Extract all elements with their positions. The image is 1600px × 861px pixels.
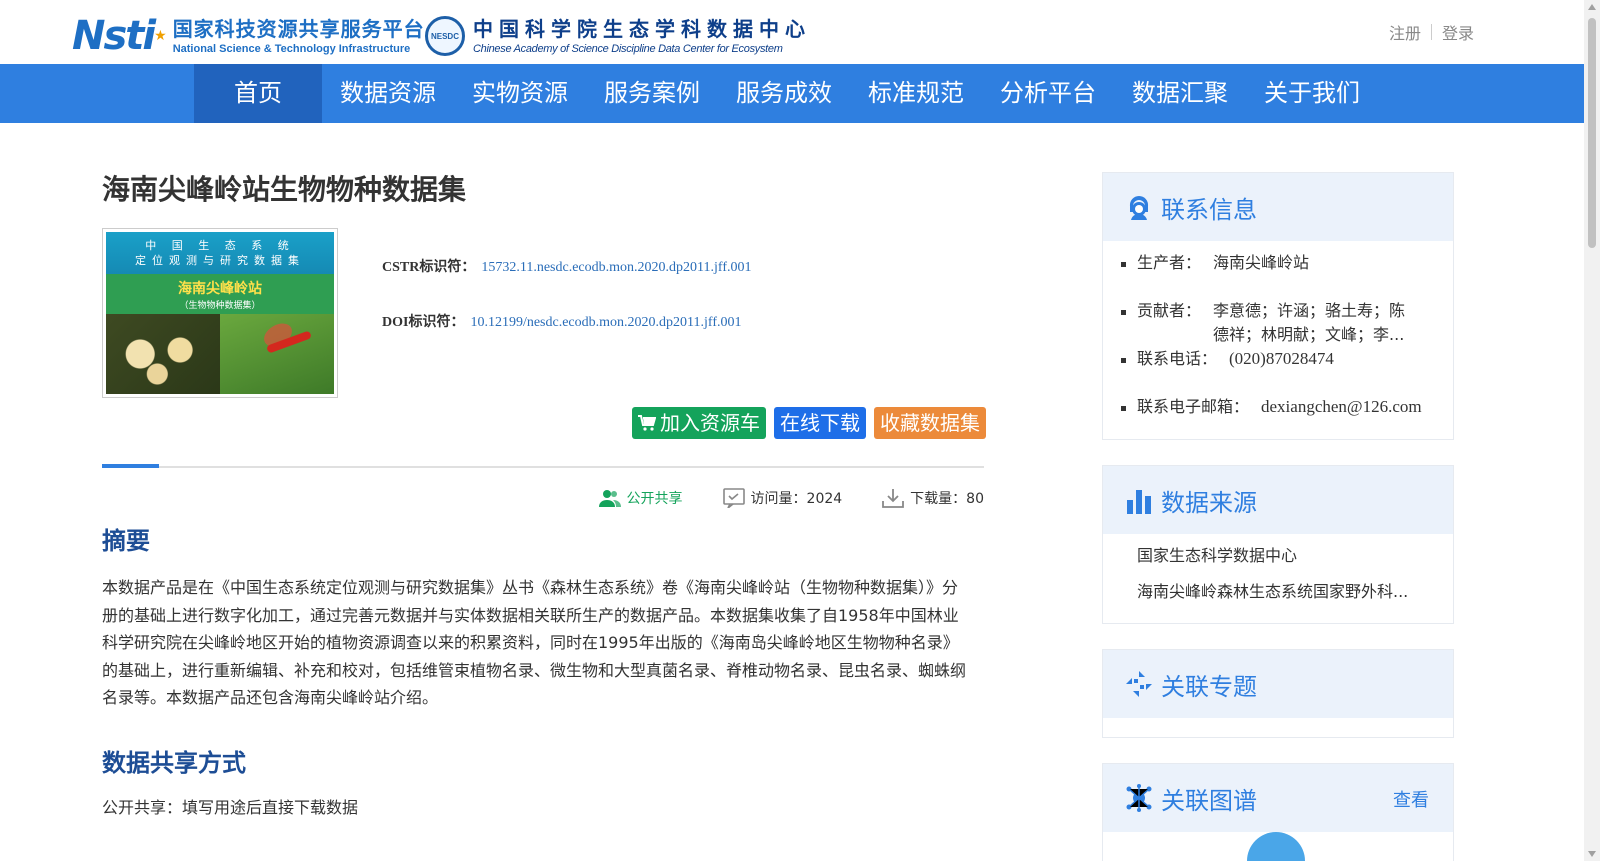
download-count-label: 下载量：80 (910, 491, 984, 507)
visit-count-label: 访问量：2024 (750, 491, 843, 507)
view-graph-link[interactable]: 查看 (1393, 786, 1429, 812)
doi-label: DOI标识符： (382, 315, 465, 330)
email-value[interactable]: dexiangchen@126.com (1261, 395, 1422, 435)
contributor-value: 李意德；许涵；骆土寿；陈 德祥；林明献；文峰；李... (1213, 301, 1406, 344)
tab-active-indicator (102, 464, 159, 468)
data-source-list: 国家生态科学数据中心 海南尖峰岭森林生态系统国家野外科... (1103, 534, 1453, 620)
cstr-link[interactable]: 15732.11.nesdc.ecodb.mon.2020.dp2011.jff… (481, 260, 751, 275)
download-count: 下载量：80 (882, 488, 984, 508)
nesdc-logo[interactable]: NESDC 中国科学院生态学科数据中心 Chinese Academy of S… (425, 16, 811, 56)
data-source-item[interactable]: 海南尖峰岭森林生态系统国家野外科... (1137, 574, 1437, 610)
sharing-method-heading: 数据共享方式 (102, 749, 246, 777)
identifiers: CSTR标识符： 15732.11.nesdc.ecodb.mon.2020.dp… (382, 258, 751, 368)
nav-item-analysis-platform[interactable]: 分析平台 (982, 64, 1114, 123)
producer-row: 生产者： 海南尖峰岭站 (1121, 251, 1435, 299)
download-icon (882, 489, 905, 508)
producer-value: 海南尖峰岭站 (1213, 253, 1310, 272)
nsti-logo-cn: 国家科技资源共享服务平台 (172, 17, 425, 41)
doi-row: DOI标识符： 10.12199/nesdc.ecodb.mon.2020.dp2… (382, 313, 751, 368)
phone-value: (020)87028474 (1229, 349, 1334, 368)
email-label: 联系电子邮箱： (1137, 397, 1250, 416)
nav-item-data-resources[interactable]: 数据资源 (322, 64, 454, 123)
nav-list: 首页 数据资源 实物资源 服务案例 服务成效 标准规范 分析平台 数据汇聚 关于… (194, 64, 1378, 123)
abstract-text: 本数据产品是在《中国生态系统定位观测与研究数据集》丛书《森林生态系统》卷《海南尖… (102, 578, 967, 707)
dataset-stats: 公开共享 访问量：2024 下载量：80 (102, 486, 984, 510)
cart-icon (638, 415, 656, 431)
dataset-actions: 加入资源车 在线下载 收藏数据集 (632, 407, 986, 439)
scroll-down-arrow-icon[interactable] (1588, 851, 1596, 857)
contact-panel-header: 联系信息 (1103, 173, 1453, 241)
producer-label: 生产者： (1137, 253, 1202, 272)
login-link[interactable]: 登录 (1442, 20, 1474, 44)
dataset-detail: 海南尖峰岭站生物物种数据集 中 国 生 态 系 统 定位观测与研究数据集 海南尖… (102, 160, 1002, 817)
doi-link[interactable]: 10.12199/nesdc.ecodb.mon.2020.dp2011.jff… (470, 315, 741, 330)
cover-header: 中 国 生 态 系 统 定位观测与研究数据集 (106, 232, 334, 274)
cover-mushroom-photo (106, 314, 220, 394)
dataset-cover-image: 中 国 生 态 系 统 定位观测与研究数据集 海南尖峰岭站 （生物物种数据集） (102, 228, 338, 398)
related-graph-panel: 关联图谱 查看 (1102, 763, 1454, 861)
data-source-item[interactable]: 国家生态科学数据中心 (1137, 538, 1437, 574)
related-graph-panel-title: 关联图谱 (1161, 786, 1257, 815)
graph-network-icon (1126, 784, 1152, 812)
tab-divider (102, 466, 984, 468)
phone-row: 联系电话： (020)87028474 (1121, 347, 1435, 395)
topics-icon (1126, 671, 1152, 697)
header: Nsti★ 国家科技资源共享服务平台 National Science & Te… (0, 0, 1584, 64)
nav-item-service-results[interactable]: 服务成效 (718, 64, 850, 123)
bar-chart-icon (1127, 490, 1151, 514)
cstr-label: CSTR标识符： (382, 260, 476, 275)
nav-item-standards[interactable]: 标准规范 (850, 64, 982, 123)
contact-panel-title: 联系信息 (1161, 195, 1257, 224)
share-status: 公开共享 (598, 488, 683, 508)
contact-person-icon (1129, 195, 1149, 220)
nav-item-home[interactable]: 首页 (194, 64, 322, 123)
sharing-method-text: 公开共享：填写用途后直接下载数据 (102, 798, 359, 817)
nesdc-badge-icon: NESDC (425, 16, 465, 56)
favorite-dataset-button[interactable]: 收藏数据集 (874, 407, 986, 439)
contributor-row: 贡献者： 李意德；许涵；骆土寿；陈 德祥；林明献；文峰；李... (1121, 299, 1435, 347)
related-graph-panel-header: 关联图谱 查看 (1103, 764, 1453, 832)
contact-list: 生产者： 海南尖峰岭站 贡献者： 李意德；许涵；骆土寿；陈 德祥；林明献；文峰；… (1103, 241, 1453, 445)
add-to-cart-label: 加入资源车 (660, 411, 760, 435)
abstract-heading: 摘要 (102, 527, 150, 555)
contact-panel: 联系信息 生产者： 海南尖峰岭站 贡献者： 李意德；许涵；骆土寿；陈 德祥；林明… (1102, 172, 1454, 440)
related-topics-panel-title: 关联专题 (1161, 672, 1257, 701)
nav-item-about-us[interactable]: 关于我们 (1246, 64, 1378, 123)
data-source-panel-title: 数据来源 (1161, 488, 1257, 517)
nesdc-logo-en: Chinese Academy of Science Discipline Da… (473, 43, 783, 55)
scroll-up-arrow-icon[interactable] (1588, 4, 1596, 10)
nsti-mark: Nsti★ (72, 13, 167, 59)
share-status-label: 公开共享 (626, 491, 683, 507)
related-topics-panel-header: 关联专题 (1103, 650, 1453, 718)
users-icon (598, 490, 621, 507)
visit-count: 访问量：2024 (722, 488, 843, 508)
main-nav: 首页 数据资源 实物资源 服务案例 服务成效 标准规范 分析平台 数据汇聚 关于… (0, 64, 1584, 123)
data-source-panel-header: 数据来源 (1103, 466, 1453, 534)
graph-node[interactable] (1247, 832, 1305, 861)
email-row: 联系电子邮箱： dexiangchen@126.com (1121, 395, 1435, 435)
nav-item-physical-resources[interactable]: 实物资源 (454, 64, 586, 123)
scrollbar-thumb[interactable] (1588, 18, 1596, 248)
related-topics-panel: 关联专题 (1102, 649, 1454, 738)
page-title: 海南尖峰岭站生物物种数据集 (102, 173, 467, 206)
comment-icon (722, 488, 745, 508)
nav-item-service-cases[interactable]: 服务案例 (586, 64, 718, 123)
phone-label: 联系电话： (1137, 349, 1218, 368)
cstr-row: CSTR标识符： 15732.11.nesdc.ecodb.mon.2020.dp… (382, 258, 751, 313)
nav-item-data-aggregation[interactable]: 数据汇聚 (1114, 64, 1246, 123)
cover-title: 海南尖峰岭站 （生物物种数据集） (106, 274, 334, 314)
data-source-panel: 数据来源 国家生态科学数据中心 海南尖峰岭森林生态系统国家野外科... (1102, 465, 1454, 624)
online-download-button[interactable]: 在线下载 (774, 407, 866, 439)
nsti-logo[interactable]: Nsti★ 国家科技资源共享服务平台 National Science & Te… (72, 14, 425, 58)
auth-links: 注册 登录 (1389, 20, 1474, 44)
nesdc-logo-cn: 中国科学院生态学科数据中心 (473, 17, 811, 41)
contributor-label: 贡献者： (1137, 301, 1202, 320)
cover-dragonfly-photo (220, 314, 334, 394)
nsti-logo-en: National Science & Technology Infrastruc… (172, 43, 411, 55)
page-scrollbar[interactable] (1584, 0, 1600, 861)
add-to-cart-button[interactable]: 加入资源车 (632, 407, 766, 439)
register-link[interactable]: 注册 (1389, 20, 1421, 44)
auth-divider (1430, 24, 1432, 40)
